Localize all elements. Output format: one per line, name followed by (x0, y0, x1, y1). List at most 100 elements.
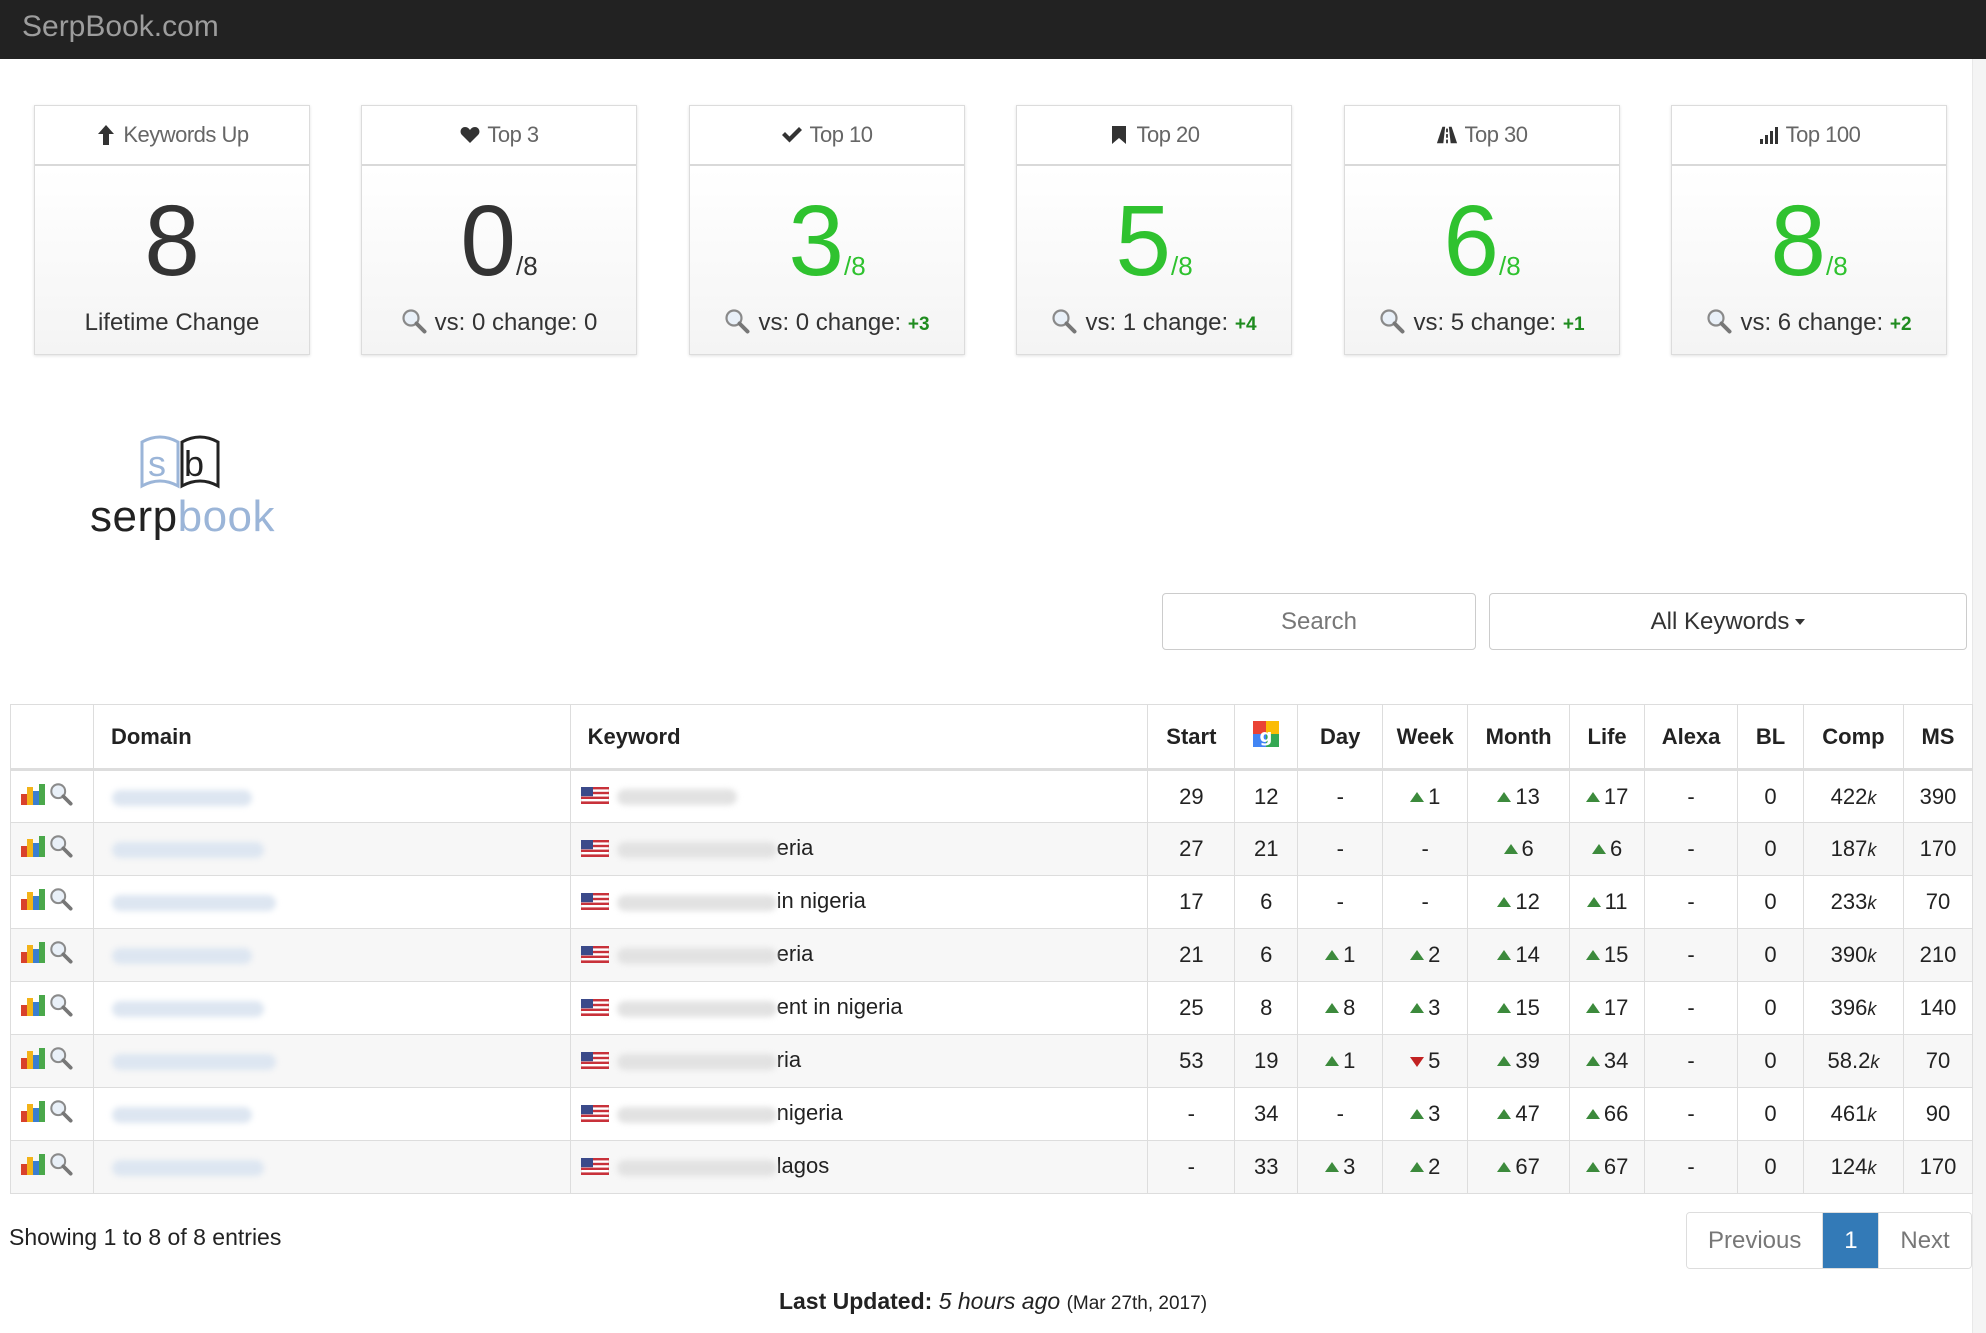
keyword-cell: eria (569, 928, 1149, 982)
card-body: 8 Lifetime Change (35, 168, 309, 354)
col-ms[interactable]: MS (1902, 704, 1974, 771)
magnifier-icon[interactable] (49, 1046, 73, 1076)
table-row: ria 53 19 1 5 39 34-0 58.2k 70 (10, 1034, 1974, 1088)
next-page-button[interactable]: Next (1878, 1213, 1971, 1268)
month-cell: 6 (1467, 822, 1571, 876)
card-header: Top 10 (690, 106, 964, 166)
day-cell: - (1297, 822, 1384, 876)
col-start[interactable]: Start (1147, 704, 1236, 771)
card-top-10: Top 10 3/8 vs: 0 change: +3 (689, 105, 965, 355)
bar-chart-icon[interactable] (20, 887, 46, 917)
table-row: nigeria -34-3 47 66-0 461k 90 (10, 1087, 1974, 1141)
google-rank-cell: 12 (1234, 769, 1299, 823)
comp-cell: 187k (1802, 822, 1904, 876)
card-title: Keywords Up (123, 122, 249, 147)
card-footer: vs: 6 change: +2 (1672, 308, 1946, 342)
bl-cell: 0 (1737, 822, 1804, 876)
start-cell: 21 (1147, 928, 1236, 982)
row-tools (10, 875, 94, 929)
col-google[interactable]: g (1234, 704, 1299, 771)
col-keyword[interactable]: Keyword (569, 704, 1149, 771)
col-week[interactable]: Week (1382, 704, 1469, 771)
search-input[interactable]: Search (1162, 593, 1476, 650)
month-cell: 47 (1467, 1087, 1571, 1141)
week-cell: 5 (1382, 1034, 1469, 1088)
card-title: Top 30 (1464, 122, 1528, 147)
start-cell: 17 (1147, 875, 1236, 929)
google-rank-cell: 21 (1234, 822, 1299, 876)
caret-down-icon (1795, 619, 1806, 625)
brand-link[interactable]: SerpBook.com (22, 8, 219, 46)
row-tools (10, 822, 94, 876)
ms-cell: 70 (1902, 875, 1974, 929)
bar-chart-icon[interactable] (20, 834, 46, 864)
life-cell: 11 (1569, 875, 1646, 929)
week-cell: 2 (1382, 1140, 1469, 1194)
magnifier-icon (1379, 308, 1405, 342)
month-direction-arrow (1497, 897, 1512, 907)
bar-chart-icon[interactable] (20, 1099, 46, 1129)
table-row: 29 12-1 13 17-0 422k 390 (10, 769, 1974, 823)
start-cell: 25 (1147, 981, 1236, 1035)
us-flag-icon (580, 890, 609, 916)
col-day[interactable]: Day (1297, 704, 1384, 771)
card-title: Top 10 (809, 122, 873, 147)
life-direction-arrow (1585, 1162, 1600, 1172)
col-bl[interactable]: BL (1737, 704, 1804, 771)
previous-page-button[interactable]: Previous (1687, 1213, 1823, 1268)
month-cell: 12 (1467, 875, 1571, 929)
rank-summary-cards: Keywords Up 8 Lifetime Change Top 3 0/8 … (34, 105, 1948, 355)
us-flag-icon (580, 996, 609, 1022)
col-life[interactable]: Life (1569, 704, 1646, 771)
bar-chart-icon[interactable] (20, 940, 46, 970)
col-domain[interactable]: Domain (92, 704, 571, 771)
card-value: 3/8 (788, 185, 866, 297)
domain-cell (92, 1140, 571, 1194)
page-1-button[interactable]: 1 (1822, 1213, 1879, 1268)
table-row: eria 27 21- -6 6-0 187k 170 (10, 822, 1974, 876)
day-cell: - (1297, 769, 1384, 823)
ms-cell: 170 (1902, 822, 1974, 876)
keywords-table: Domain Keyword Start g Day Week Month Li… (10, 704, 1974, 1194)
magnifier-icon[interactable] (49, 993, 73, 1023)
all-keywords-dropdown[interactable]: All Keywords (1489, 593, 1967, 650)
magnifier-icon[interactable] (49, 782, 73, 812)
bar-chart-icon[interactable] (20, 993, 46, 1023)
life-cell: 15 (1569, 928, 1646, 982)
card-header: Keywords Up (35, 106, 309, 166)
google-rank-cell: 6 (1234, 928, 1299, 982)
ms-cell: 390 (1902, 769, 1974, 823)
start-cell: - (1147, 1087, 1236, 1141)
card-header: Top 30 (1345, 106, 1619, 166)
alexa-cell: - (1644, 981, 1739, 1035)
svg-text:s: s (148, 443, 166, 484)
col-comp[interactable]: Comp (1802, 704, 1904, 771)
domain-cell (92, 1087, 571, 1141)
bl-cell: 0 (1737, 1087, 1804, 1141)
alexa-cell: - (1644, 875, 1739, 929)
month-direction-arrow (1497, 1109, 1512, 1119)
card-value: 6/8 (1443, 185, 1521, 297)
week-direction-arrow (1410, 1162, 1425, 1172)
day-direction-arrow (1325, 1056, 1340, 1066)
comp-cell: 422k (1802, 769, 1904, 823)
card-body: 3/8 vs: 0 change: +3 (690, 168, 964, 354)
bar-chart-icon[interactable] (20, 1046, 46, 1076)
magnifier-icon[interactable] (49, 1099, 73, 1129)
start-cell: - (1147, 1140, 1236, 1194)
magnifier-icon[interactable] (49, 940, 73, 970)
page-scrollbar[interactable] (1972, 59, 1986, 1333)
card-value: 0/8 (460, 185, 538, 297)
card-footer: vs: 1 change: +4 (1017, 308, 1291, 342)
magnifier-icon[interactable] (49, 887, 73, 917)
ms-cell: 210 (1902, 928, 1974, 982)
bar-chart-icon[interactable] (20, 782, 46, 812)
bar-chart-icon[interactable] (20, 1152, 46, 1182)
card-top-3: Top 3 0/8 vs: 0 change: 0 (361, 105, 637, 355)
magnifier-icon[interactable] (49, 1152, 73, 1182)
col-month[interactable]: Month (1467, 704, 1571, 771)
life-direction-arrow (1586, 897, 1601, 907)
table-row: lagos -33 3 2 67 67-0 124k 170 (10, 1140, 1974, 1194)
col-alexa[interactable]: Alexa (1644, 704, 1739, 771)
magnifier-icon[interactable] (49, 834, 73, 864)
